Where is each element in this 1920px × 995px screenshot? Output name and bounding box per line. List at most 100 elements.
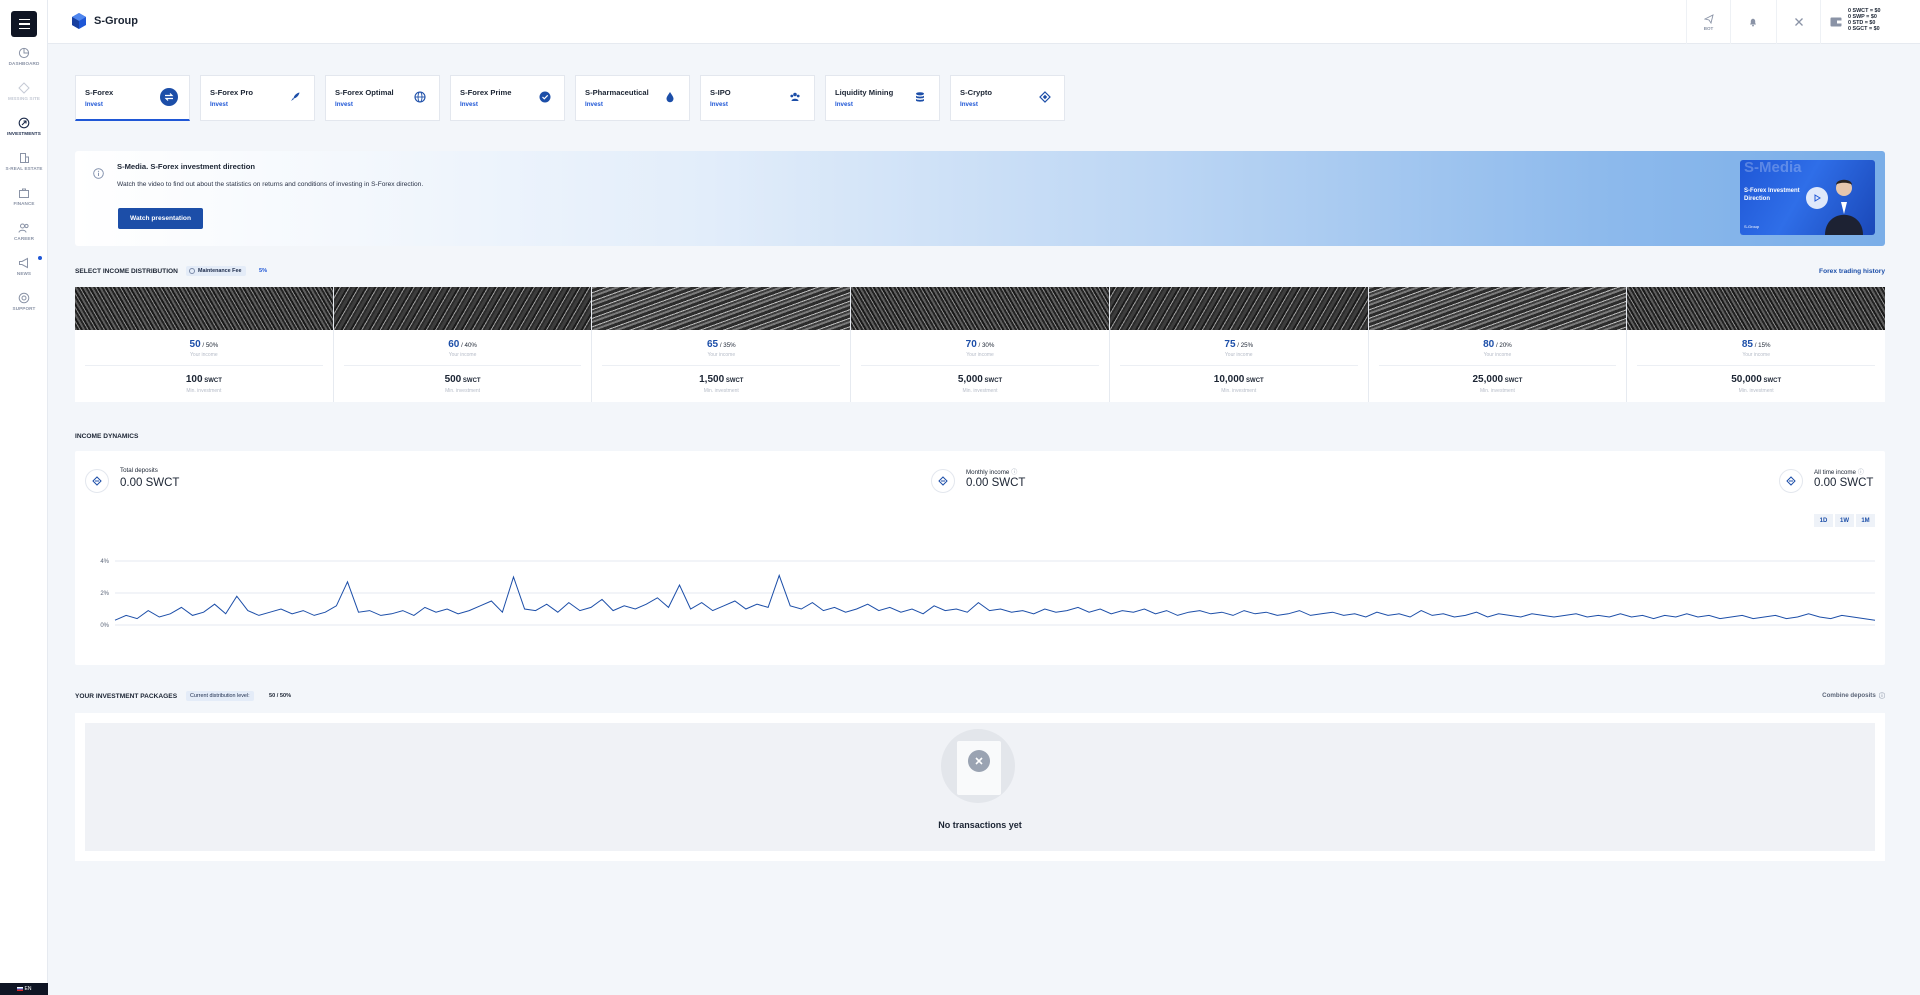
tab-s-forex-optimal[interactable]: S-Forex Optimal Invest [325, 75, 440, 121]
min-unit: SWCT [1504, 378, 1523, 384]
sidebar-item-real-estate[interactable]: S-REAL ESTATE [0, 152, 48, 171]
divider [1637, 365, 1876, 366]
min-value: 50,000 [1731, 374, 1762, 385]
sidebar-item-finance[interactable]: FINANCE [0, 187, 48, 206]
sidebar-item-investments[interactable]: INVESTMENTS [0, 117, 48, 136]
video-title: S-Forex Investment Direction [1744, 188, 1800, 202]
tab-invest-link: Invest [335, 101, 353, 108]
distribution-card[interactable]: 60 / 40% Your income 500 SWCT Min. inves… [333, 287, 592, 402]
tab-liquidity-mining[interactable]: Liquidity Mining Invest [825, 75, 940, 121]
min-unit: SWCT [725, 378, 744, 384]
sidebar-item-label: INVESTMENTS [7, 131, 41, 136]
sidebar-item-career[interactable]: CAREER [0, 222, 48, 241]
divider [1119, 365, 1358, 366]
tab-s-crypto[interactable]: S-Crypto Invest [950, 75, 1065, 121]
video-thumbnail[interactable]: S-Media S-Forex Investment Direction S-G… [1740, 160, 1875, 235]
tab-invest-link: Invest [585, 101, 603, 108]
play-icon [1814, 194, 1821, 202]
tab-s-ipo[interactable]: S-IPO Invest [700, 75, 815, 121]
wallet-balance[interactable]: 0 SWCT = $0 0 SWP = $0 0 STD = $0 0 SGCT… [1820, 0, 1920, 44]
info-icon[interactable]: ⓘ [1011, 469, 1017, 476]
diamond-icon [18, 82, 30, 94]
distribution-level-value: 50 / 50% [269, 693, 292, 699]
stat-value: 0.00 SWCT [1814, 477, 1874, 489]
bot-button[interactable]: BOT [1686, 0, 1730, 44]
wallet-icon [1830, 17, 1842, 27]
income-dynamics-title: INCOME DYNAMICS [75, 433, 139, 440]
min-label: Min. investment [962, 388, 998, 394]
min-value: 100 [185, 374, 203, 385]
notifications-button[interactable] [1730, 0, 1774, 44]
support-icon [18, 292, 30, 304]
distribution-card[interactable]: 75 / 25% Your income 10,000 SWCT Min. in… [1109, 287, 1368, 402]
card-min: 5,000 SWCT [851, 374, 1109, 385]
min-value: 25,000 [1472, 374, 1504, 385]
stat-label: Total deposits [120, 467, 158, 474]
menu-button[interactable] [11, 11, 37, 37]
stat-icon [1779, 469, 1803, 493]
min-label: Min. investment [186, 388, 222, 394]
card-min: 1,500 SWCT [592, 374, 850, 385]
distribution-card[interactable]: 50 / 50% Your income 100 SWCT Min. inves… [75, 287, 333, 402]
close-icon [968, 750, 990, 772]
distribution-card[interactable]: 70 / 30% Your income 5,000 SWCT Min. inv… [851, 287, 1109, 402]
tab-title: S-Forex [85, 88, 114, 97]
x-social-button[interactable] [1776, 0, 1820, 44]
logo-icon [72, 13, 86, 29]
min-label: Min. investment [1738, 388, 1774, 394]
sidebar-item-support[interactable]: SUPPORT [0, 292, 48, 311]
divider [861, 365, 1099, 366]
tab-title: S-Forex Optimal [335, 88, 394, 97]
forex-trading-history-link[interactable]: Forex trading history [1819, 268, 1885, 275]
video-logo: S-Group [1744, 224, 1760, 229]
tab-s-forex-pro[interactable]: S-Forex Pro Invest [200, 75, 315, 121]
income-value: 70 [965, 339, 977, 350]
logo[interactable]: S-Group [70, 12, 138, 30]
card-min: 100 SWCT [75, 374, 333, 385]
language-switcher[interactable]: EN [0, 983, 48, 995]
card-image [592, 287, 851, 330]
card-min: 500 SWCT [334, 374, 592, 385]
sidebar-item-dashboard[interactable]: DASHBOARD [0, 47, 48, 66]
distribution-card[interactable]: 65 / 35% Your income 1,500 SWCT Min. inv… [592, 287, 851, 402]
min-unit: SWCT [204, 378, 222, 384]
play-button[interactable] [1806, 187, 1828, 209]
card-income: 85 / 15% [1627, 339, 1885, 350]
info-icon[interactable]: ⓘ [1858, 469, 1864, 476]
stat-icon [931, 469, 955, 493]
min-value: 10,000 [1213, 374, 1245, 385]
card-income: 60 / 40% [334, 339, 592, 350]
sidebar-item-missing-site[interactable]: MISSING SITE [0, 82, 48, 101]
income-series-line [114, 573, 1876, 621]
maintenance-fee-chip: Maintenance Fee [186, 266, 247, 276]
income-split: / 50% [202, 342, 219, 349]
min-unit: SWCT [462, 378, 481, 384]
min-unit: SWCT [1763, 378, 1782, 384]
card-income: 50 / 50% [75, 339, 333, 350]
tab-s-forex-prime[interactable]: S-Forex Prime Invest [450, 75, 565, 121]
news-badge [37, 255, 43, 261]
range-1d-button[interactable]: 1D [1814, 514, 1833, 527]
tab-s-forex[interactable]: S-Forex Invest [75, 75, 190, 121]
sidebar-item-label: SUPPORT [12, 306, 36, 311]
income-split: / 35% [719, 342, 736, 349]
banner-text: Watch the video to find out about the st… [117, 181, 424, 188]
distribution-title: SELECT INCOME DISTRIBUTION [75, 268, 178, 275]
min-label: Min. investment [1221, 388, 1257, 394]
income-dynamics-panel: Total deposits 0.00 SWCT Monthly income … [75, 451, 1885, 665]
info-icon [189, 268, 195, 274]
tab-s-pharmaceutical[interactable]: S-Pharmaceutical Invest [575, 75, 690, 121]
distribution-card[interactable]: 80 / 20% Your income 25,000 SWCT Min. in… [1368, 287, 1627, 402]
distribution-card[interactable]: 85 / 15% Your income 50,000 SWCT Min. in… [1627, 287, 1886, 402]
range-1w-button[interactable]: 1W [1835, 514, 1854, 527]
range-1m-button[interactable]: 1M [1856, 514, 1875, 527]
tab-title: S-IPO [710, 88, 731, 97]
empty-state: No transactions yet [85, 723, 1875, 851]
income-label: Your income [190, 352, 218, 358]
card-min: 10,000 SWCT [1110, 374, 1368, 385]
min-label: Min. investment [1479, 388, 1515, 394]
combine-deposits-link[interactable]: Combine deposits ⓘ [1822, 691, 1885, 700]
sidebar-item-label: CAREER [14, 236, 34, 241]
income-value: 65 [706, 339, 719, 350]
watch-presentation-button[interactable]: Watch presentation [118, 208, 203, 229]
